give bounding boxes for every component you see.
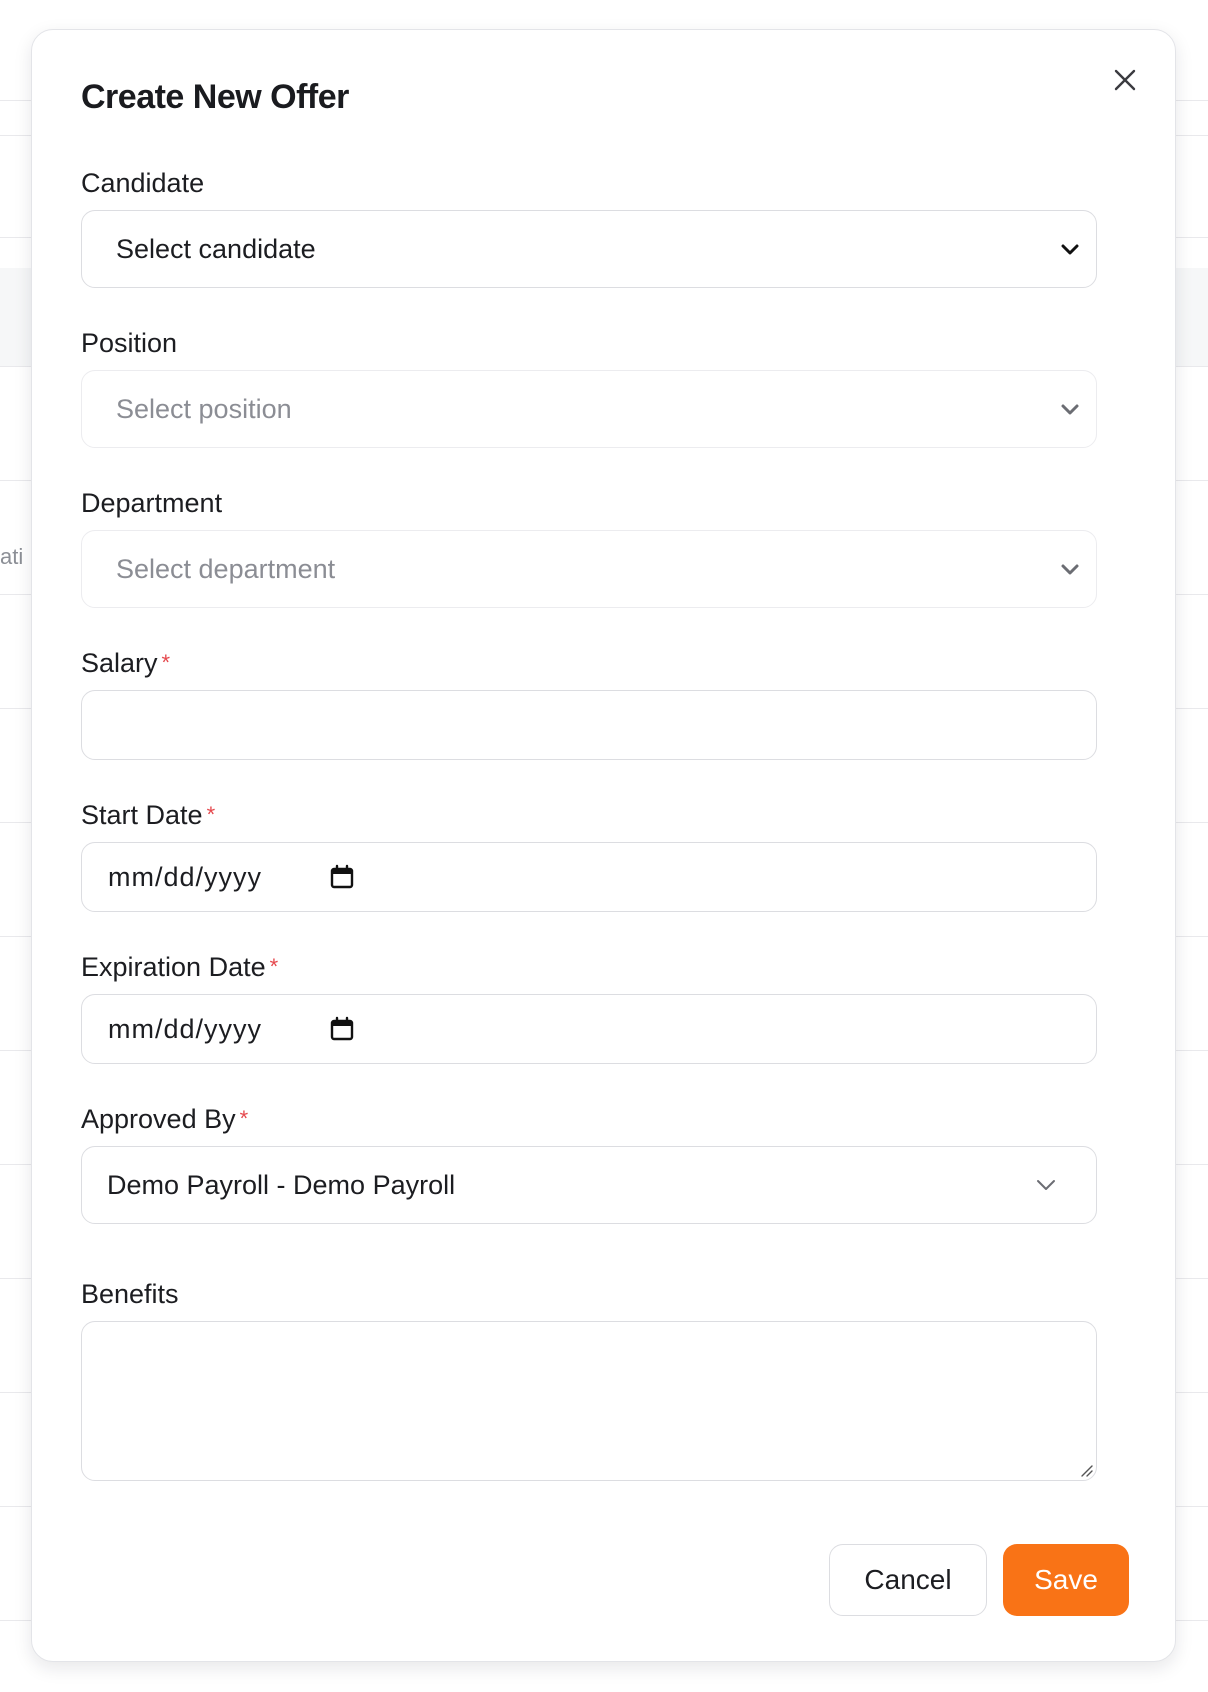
required-marker: * <box>161 650 171 675</box>
start-date-field: Start Date * mm/dd/yyyy <box>81 798 1097 912</box>
create-offer-modal: Create New Offer Candidate Select candid… <box>31 29 1176 1662</box>
position-label-text: Position <box>81 328 178 358</box>
approved-by-label: Approved By * <box>81 1102 1097 1136</box>
benefits-label: Benefits <box>81 1277 1097 1311</box>
position-field: Position Select position <box>81 326 1097 448</box>
approved-by-select-value: Demo Payroll - Demo Payroll <box>107 1169 456 1200</box>
resize-handle-icon[interactable] <box>1078 1462 1094 1478</box>
close-button[interactable] <box>1105 60 1145 100</box>
approved-by-select[interactable]: Demo Payroll - Demo Payroll <box>81 1146 1097 1224</box>
benefits-field: Benefits <box>81 1277 1097 1481</box>
modal-title: Create New Offer <box>81 78 349 116</box>
cancel-button[interactable]: Cancel <box>829 1544 987 1616</box>
salary-input[interactable] <box>81 690 1097 760</box>
position-select[interactable]: Select position <box>81 370 1097 448</box>
department-label-text: Department <box>81 488 223 518</box>
calendar-icon[interactable] <box>329 864 355 890</box>
department-field: Department Select department <box>81 486 1097 608</box>
salary-field: Salary * <box>81 646 1097 760</box>
expiration-date-label-text: Expiration Date <box>81 952 266 982</box>
approved-by-field: Approved By * Demo Payroll - Demo Payroll <box>81 1102 1097 1224</box>
chevron-down-icon <box>1061 244 1079 255</box>
chevron-down-icon <box>1037 1180 1055 1190</box>
expiration-date-placeholder: mm/dd/yyyy <box>108 1013 263 1044</box>
chevron-down-icon <box>1061 564 1079 575</box>
salary-label-text: Salary <box>81 648 158 678</box>
benefits-label-text: Benefits <box>81 1279 179 1309</box>
candidate-select-value: Select candidate <box>116 233 316 264</box>
candidate-select[interactable]: Select candidate <box>81 210 1097 288</box>
save-button[interactable]: Save <box>1003 1544 1129 1616</box>
approved-by-label-text: Approved By <box>81 1104 236 1134</box>
position-label: Position <box>81 326 1097 360</box>
salary-label: Salary * <box>81 646 1097 680</box>
background-truncated-text: ati <box>0 544 24 569</box>
department-label: Department <box>81 486 1097 520</box>
save-button-label: Save <box>1034 1564 1098 1595</box>
required-marker: * <box>206 802 216 827</box>
start-date-label-text: Start Date <box>81 800 203 830</box>
candidate-label-text: Candidate <box>81 168 205 198</box>
expiration-date-field: Expiration Date * mm/dd/yyyy <box>81 950 1097 1064</box>
start-date-label: Start Date * <box>81 798 1097 832</box>
benefits-textarea[interactable] <box>81 1321 1097 1481</box>
position-select-value: Select position <box>116 393 292 424</box>
candidate-label: Candidate <box>81 166 1097 200</box>
chevron-down-icon <box>1061 404 1079 415</box>
start-date-placeholder: mm/dd/yyyy <box>108 861 263 892</box>
required-marker: * <box>269 954 279 979</box>
expiration-date-input[interactable]: mm/dd/yyyy <box>81 994 1097 1064</box>
candidate-field: Candidate Select candidate <box>81 166 1097 288</box>
close-icon <box>1114 69 1136 91</box>
calendar-icon[interactable] <box>329 1016 355 1042</box>
cancel-button-label: Cancel <box>864 1564 952 1595</box>
department-select-value: Select department <box>116 553 336 584</box>
department-select[interactable]: Select department <box>81 530 1097 608</box>
start-date-input[interactable]: mm/dd/yyyy <box>81 842 1097 912</box>
required-marker: * <box>239 1106 249 1131</box>
expiration-date-label: Expiration Date * <box>81 950 1097 984</box>
